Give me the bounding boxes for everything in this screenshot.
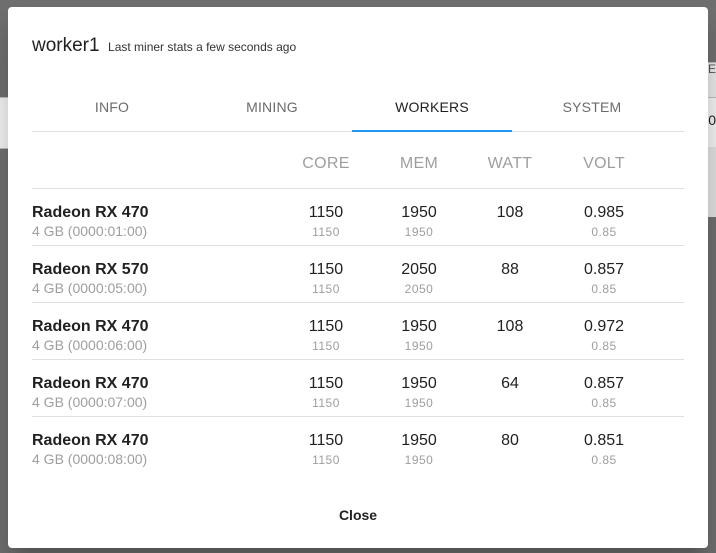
volt-value: 0.851 [583,432,625,449]
header-watt: WATT [487,155,533,172]
table-row: Radeon RX 570 4 GB (0000:05:00) 1150 1150… [32,246,684,303]
mem-cell: 1950 1950 [379,375,459,410]
table-row: Radeon RX 470 4 GB (0000:07:00) 1150 1150… [32,360,684,417]
volt-value: 0.972 [583,318,625,335]
volt-cell: 0.857 0.85 [564,375,644,410]
watt-value: 80 [501,432,519,449]
watt-cell: 64 [470,375,550,393]
volt-default: 0.85 [591,225,617,239]
core-cell: 1150 1150 [286,375,366,410]
gpu-info: 4 GB (0000:08:00) [32,451,148,467]
worker-dialog: worker1 Last miner stats a few seconds a… [8,7,708,548]
gpu-name: Radeon RX 470 [32,318,149,335]
core-cell: 1150 1150 [286,261,366,296]
volt-cell: 0.851 0.85 [564,432,644,467]
background-text: 0 [708,112,716,128]
core-value: 1150 [308,261,344,278]
mem-cell: 1950 1950 [379,204,459,239]
mem-value: 2050 [401,261,437,278]
core-value: 1150 [308,375,344,392]
gpu-info: 4 GB (0000:06:00) [32,337,148,353]
watt-cell: 88 [470,261,550,279]
dialog-header: worker1 Last miner stats a few seconds a… [32,35,296,57]
watt-cell: 108 [470,318,550,336]
core-cell: 1150 1150 [286,432,366,467]
mem-value: 1950 [401,375,437,392]
gpu-info: 4 GB (0000:05:00) [32,280,148,296]
volt-cell: 0.972 0.85 [564,318,644,353]
tab-system[interactable]: SYSTEM [512,91,672,131]
gpu-name: Radeon RX 470 [32,204,149,221]
watt-value: 108 [496,204,524,221]
gpu-name: Radeon RX 470 [32,432,149,449]
volt-cell: 0.857 0.85 [564,261,644,296]
core-default: 1150 [312,453,340,467]
tab-mining[interactable]: MINING [192,91,352,131]
header-core: CORE [302,155,350,172]
table-row: Radeon RX 470 4 GB (0000:06:00) 1150 1150… [32,303,684,360]
core-default: 1150 [312,282,340,296]
volt-value: 0.857 [583,375,625,392]
core-default: 1150 [312,225,340,239]
dialog-subtitle: Last miner stats a few seconds ago [108,40,297,54]
table-row: Radeon RX 470 4 GB (0000:08:00) 1150 1150… [32,417,684,473]
close-button[interactable]: Close [318,503,398,527]
core-default: 1150 [312,396,340,410]
mem-value: 1950 [401,204,437,221]
header-mem: MEM [399,155,439,172]
tab-workers[interactable]: WORKERS [352,91,512,132]
mem-default: 1950 [404,396,434,410]
table-row: Radeon RX 470 4 GB (0000:01:00) 1150 1150… [32,189,684,246]
volt-default: 0.85 [591,282,617,296]
gpu-info: 4 GB (0000:07:00) [32,394,148,410]
watt-value: 108 [496,318,524,335]
tab-bar: INFO MINING WORKERS SYSTEM [32,91,684,132]
mem-value: 1950 [401,432,437,449]
workers-table: CORE MEM WATT VOLT Radeon RX 470 4 GB (0… [32,147,684,473]
volt-default: 0.85 [591,339,617,353]
core-cell: 1150 1150 [286,318,366,353]
volt-value: 0.985 [583,204,625,221]
volt-value: 0.857 [583,261,625,278]
gpu-name: Radeon RX 470 [32,375,149,392]
core-default: 1150 [312,339,340,353]
tab-info[interactable]: INFO [32,91,192,131]
volt-default: 0.85 [591,453,617,467]
core-value: 1150 [308,318,344,335]
mem-default: 1950 [404,453,434,467]
watt-cell: 80 [470,432,550,450]
mem-default: 1950 [404,225,434,239]
gpu-info: 4 GB (0000:01:00) [32,223,148,239]
core-cell: 1150 1150 [286,204,366,239]
table-header: CORE MEM WATT VOLT [32,147,684,189]
mem-cell: 1950 1950 [379,432,459,467]
volt-default: 0.85 [591,396,617,410]
gpu-name: Radeon RX 570 [32,261,149,278]
watt-value: 88 [501,261,519,278]
dialog-title: worker1 [32,35,100,56]
header-volt: VOLT [583,155,625,172]
core-value: 1150 [308,204,344,221]
core-value: 1150 [308,432,344,449]
background-text: E [707,62,716,76]
mem-cell: 1950 1950 [379,318,459,353]
watt-cell: 108 [470,204,550,222]
mem-default: 2050 [404,282,434,296]
watt-value: 64 [501,375,519,392]
mem-value: 1950 [401,318,437,335]
volt-cell: 0.985 0.85 [564,204,644,239]
mem-default: 1950 [404,339,434,353]
mem-cell: 2050 2050 [379,261,459,296]
